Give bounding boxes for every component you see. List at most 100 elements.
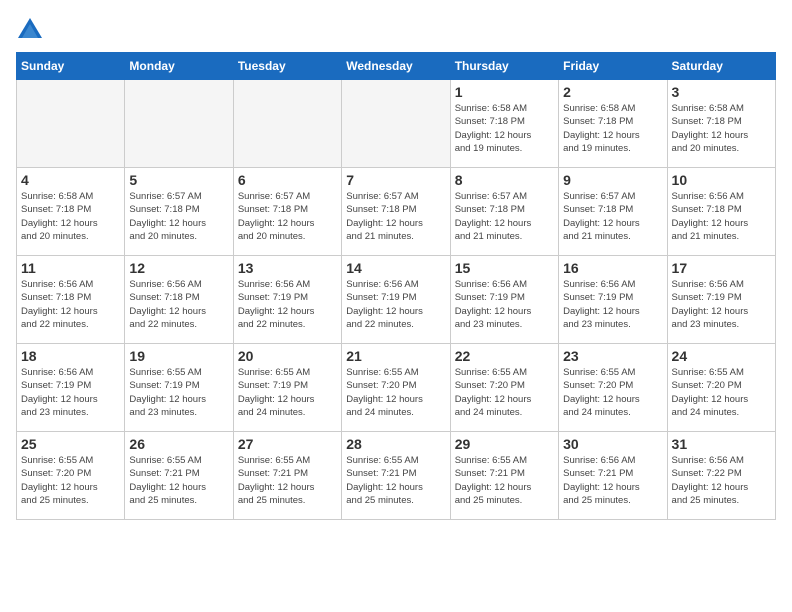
calendar-week-row: 11 Sunrise: 6:56 AM Sunset: 7:18 PM Dayli… <box>17 256 776 344</box>
day-info: Sunrise: 6:55 AM Sunset: 7:20 PM Dayligh… <box>563 366 662 419</box>
day-info: Sunrise: 6:55 AM Sunset: 7:21 PM Dayligh… <box>346 454 445 507</box>
logo <box>16 16 48 44</box>
day-number: 13 <box>238 260 337 276</box>
day-number: 16 <box>563 260 662 276</box>
day-number: 17 <box>672 260 771 276</box>
day-number: 5 <box>129 172 228 188</box>
day-number: 7 <box>346 172 445 188</box>
calendar-cell: 13 Sunrise: 6:56 AM Sunset: 7:19 PM Dayli… <box>233 256 341 344</box>
calendar-cell <box>125 80 233 168</box>
day-info: Sunrise: 6:56 AM Sunset: 7:19 PM Dayligh… <box>346 278 445 331</box>
day-number: 4 <box>21 172 120 188</box>
day-info: Sunrise: 6:58 AM Sunset: 7:18 PM Dayligh… <box>563 102 662 155</box>
weekday-header-tuesday: Tuesday <box>233 53 341 80</box>
calendar-cell: 5 Sunrise: 6:57 AM Sunset: 7:18 PM Daylig… <box>125 168 233 256</box>
calendar-cell: 23 Sunrise: 6:55 AM Sunset: 7:20 PM Dayli… <box>559 344 667 432</box>
day-number: 30 <box>563 436 662 452</box>
day-number: 15 <box>455 260 554 276</box>
day-info: Sunrise: 6:58 AM Sunset: 7:18 PM Dayligh… <box>672 102 771 155</box>
logo-icon <box>16 16 44 44</box>
calendar-cell: 1Sunrise: 6:58 AM Sunset: 7:18 PM Daylig… <box>450 80 558 168</box>
day-number: 25 <box>21 436 120 452</box>
day-info: Sunrise: 6:56 AM Sunset: 7:21 PM Dayligh… <box>563 454 662 507</box>
day-number: 6 <box>238 172 337 188</box>
calendar-cell: 15Sunrise: 6:56 AM Sunset: 7:19 PM Dayli… <box>450 256 558 344</box>
day-info: Sunrise: 6:56 AM Sunset: 7:19 PM Dayligh… <box>563 278 662 331</box>
weekday-header-thursday: Thursday <box>450 53 558 80</box>
day-info: Sunrise: 6:57 AM Sunset: 7:18 PM Dayligh… <box>129 190 228 243</box>
calendar-cell <box>17 80 125 168</box>
calendar-cell: 7 Sunrise: 6:57 AM Sunset: 7:18 PM Daylig… <box>342 168 450 256</box>
calendar-cell: 19 Sunrise: 6:55 AM Sunset: 7:19 PM Dayli… <box>125 344 233 432</box>
weekday-header-wednesday: Wednesday <box>342 53 450 80</box>
day-number: 3 <box>672 84 771 100</box>
day-info: Sunrise: 6:55 AM Sunset: 7:20 PM Dayligh… <box>21 454 120 507</box>
calendar-cell: 21 Sunrise: 6:55 AM Sunset: 7:20 PM Dayli… <box>342 344 450 432</box>
calendar-cell: 30 Sunrise: 6:56 AM Sunset: 7:21 PM Dayli… <box>559 432 667 520</box>
weekday-header-monday: Monday <box>125 53 233 80</box>
calendar-cell: 2 Sunrise: 6:58 AM Sunset: 7:18 PM Daylig… <box>559 80 667 168</box>
day-info: Sunrise: 6:56 AM Sunset: 7:19 PM Dayligh… <box>238 278 337 331</box>
calendar-cell: 8 Sunrise: 6:57 AM Sunset: 7:18 PM Daylig… <box>450 168 558 256</box>
calendar-cell: 12Sunrise: 6:56 AM Sunset: 7:18 PM Dayli… <box>125 256 233 344</box>
calendar-cell: 29Sunrise: 6:55 AM Sunset: 7:21 PM Dayli… <box>450 432 558 520</box>
calendar-cell: 31Sunrise: 6:56 AM Sunset: 7:22 PM Dayli… <box>667 432 775 520</box>
calendar-cell: 4 Sunrise: 6:58 AM Sunset: 7:18 PM Daylig… <box>17 168 125 256</box>
day-info: Sunrise: 6:57 AM Sunset: 7:18 PM Dayligh… <box>563 190 662 243</box>
day-info: Sunrise: 6:58 AM Sunset: 7:18 PM Dayligh… <box>455 102 554 155</box>
calendar-cell: 26 Sunrise: 6:55 AM Sunset: 7:21 PM Dayli… <box>125 432 233 520</box>
day-number: 31 <box>672 436 771 452</box>
day-info: Sunrise: 6:55 AM Sunset: 7:21 PM Dayligh… <box>238 454 337 507</box>
day-number: 23 <box>563 348 662 364</box>
calendar-cell: 6Sunrise: 6:57 AM Sunset: 7:18 PM Daylig… <box>233 168 341 256</box>
day-number: 28 <box>346 436 445 452</box>
day-info: Sunrise: 6:56 AM Sunset: 7:18 PM Dayligh… <box>129 278 228 331</box>
calendar-cell <box>233 80 341 168</box>
day-number: 11 <box>21 260 120 276</box>
day-info: Sunrise: 6:56 AM Sunset: 7:19 PM Dayligh… <box>21 366 120 419</box>
calendar-header-row: SundayMondayTuesdayWednesdayThursdayFrid… <box>17 53 776 80</box>
calendar-cell: 24Sunrise: 6:55 AM Sunset: 7:20 PM Dayli… <box>667 344 775 432</box>
calendar-cell: 11 Sunrise: 6:56 AM Sunset: 7:18 PM Dayli… <box>17 256 125 344</box>
day-number: 2 <box>563 84 662 100</box>
calendar-body: 1Sunrise: 6:58 AM Sunset: 7:18 PM Daylig… <box>17 80 776 520</box>
day-number: 29 <box>455 436 554 452</box>
calendar-cell: 25 Sunrise: 6:55 AM Sunset: 7:20 PM Dayli… <box>17 432 125 520</box>
day-number: 27 <box>238 436 337 452</box>
day-info: Sunrise: 6:55 AM Sunset: 7:20 PM Dayligh… <box>455 366 554 419</box>
day-info: Sunrise: 6:55 AM Sunset: 7:19 PM Dayligh… <box>129 366 228 419</box>
calendar-cell: 20Sunrise: 6:55 AM Sunset: 7:19 PM Dayli… <box>233 344 341 432</box>
day-info: Sunrise: 6:55 AM Sunset: 7:19 PM Dayligh… <box>238 366 337 419</box>
calendar-cell: 9 Sunrise: 6:57 AM Sunset: 7:18 PM Daylig… <box>559 168 667 256</box>
weekday-header-saturday: Saturday <box>667 53 775 80</box>
day-info: Sunrise: 6:56 AM Sunset: 7:18 PM Dayligh… <box>672 190 771 243</box>
day-info: Sunrise: 6:57 AM Sunset: 7:18 PM Dayligh… <box>455 190 554 243</box>
day-number: 19 <box>129 348 228 364</box>
weekday-header-friday: Friday <box>559 53 667 80</box>
day-number: 22 <box>455 348 554 364</box>
day-info: Sunrise: 6:55 AM Sunset: 7:20 PM Dayligh… <box>346 366 445 419</box>
day-info: Sunrise: 6:56 AM Sunset: 7:18 PM Dayligh… <box>21 278 120 331</box>
day-number: 21 <box>346 348 445 364</box>
calendar-cell: 27 Sunrise: 6:55 AM Sunset: 7:21 PM Dayli… <box>233 432 341 520</box>
calendar-cell: 17Sunrise: 6:56 AM Sunset: 7:19 PM Dayli… <box>667 256 775 344</box>
day-number: 18 <box>21 348 120 364</box>
day-number: 8 <box>455 172 554 188</box>
day-number: 24 <box>672 348 771 364</box>
day-number: 10 <box>672 172 771 188</box>
day-number: 9 <box>563 172 662 188</box>
calendar-week-row: 4 Sunrise: 6:58 AM Sunset: 7:18 PM Daylig… <box>17 168 776 256</box>
day-info: Sunrise: 6:57 AM Sunset: 7:18 PM Dayligh… <box>346 190 445 243</box>
calendar-cell: 28 Sunrise: 6:55 AM Sunset: 7:21 PM Dayli… <box>342 432 450 520</box>
calendar-cell <box>342 80 450 168</box>
day-info: Sunrise: 6:58 AM Sunset: 7:18 PM Dayligh… <box>21 190 120 243</box>
calendar-table: SundayMondayTuesdayWednesdayThursdayFrid… <box>16 52 776 520</box>
day-number: 14 <box>346 260 445 276</box>
calendar-cell: 22 Sunrise: 6:55 AM Sunset: 7:20 PM Dayli… <box>450 344 558 432</box>
calendar-cell: 10 Sunrise: 6:56 AM Sunset: 7:18 PM Dayli… <box>667 168 775 256</box>
day-number: 26 <box>129 436 228 452</box>
day-info: Sunrise: 6:55 AM Sunset: 7:21 PM Dayligh… <box>129 454 228 507</box>
calendar-cell: 3 Sunrise: 6:58 AM Sunset: 7:18 PM Daylig… <box>667 80 775 168</box>
calendar-cell: 14 Sunrise: 6:56 AM Sunset: 7:19 PM Dayli… <box>342 256 450 344</box>
calendar-week-row: 18 Sunrise: 6:56 AM Sunset: 7:19 PM Dayli… <box>17 344 776 432</box>
